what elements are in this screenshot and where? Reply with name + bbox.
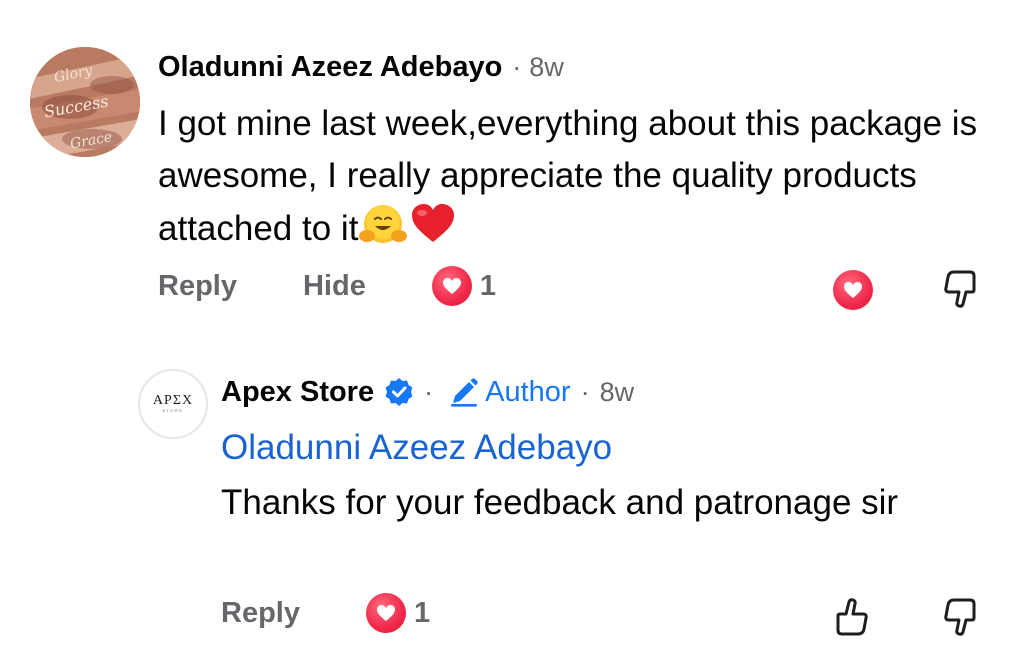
love-reaction-icon bbox=[431, 266, 472, 306]
comment-body: I got mine last week,everything about th… bbox=[158, 98, 978, 261]
hugging-face-emoji bbox=[358, 202, 408, 261]
comment-thread: Glory Success Grace Oladunni Azeez Adeba… bbox=[0, 0, 1024, 672]
avatar-logo-subtext: STORE bbox=[162, 408, 184, 413]
comment-actions: Reply 1 bbox=[221, 593, 430, 633]
avatar-image: Glory Success Grace bbox=[30, 47, 140, 157]
meta-separator: · bbox=[512, 52, 522, 82]
author-badge-label: Author bbox=[485, 375, 571, 408]
reaction-count: 1 bbox=[479, 269, 496, 302]
thumbs-down-icon[interactable] bbox=[940, 268, 980, 315]
avatar[interactable]: Glory Success Grace bbox=[30, 47, 140, 157]
thumbs-down-icon[interactable] bbox=[940, 596, 980, 643]
pencil-icon bbox=[451, 378, 478, 407]
love-reaction-icon[interactable] bbox=[833, 270, 873, 310]
comment-header: Oladunni Azeez Adebayo · 8w bbox=[158, 51, 564, 84]
author-badge: Author bbox=[447, 375, 571, 409]
love-reaction-icon bbox=[365, 593, 406, 633]
comment-header: Apex Store · Author · 8w bbox=[221, 375, 634, 409]
mention-link[interactable]: Oladunni Azeez Adebayo bbox=[221, 428, 612, 468]
comment-text: Thanks for your feedback and patronage s… bbox=[221, 483, 899, 522]
reaction-summary[interactable]: 1 bbox=[365, 593, 431, 633]
comment-timestamp[interactable]: 8w bbox=[529, 52, 564, 83]
comment-author-name[interactable]: Oladunni Azeez Adebayo bbox=[158, 51, 502, 84]
thumbs-up-icon[interactable] bbox=[832, 596, 872, 643]
comment-timestamp[interactable]: 8w bbox=[600, 377, 635, 408]
meta-separator: · bbox=[424, 376, 434, 407]
comment-actions: Reply Hide 1 bbox=[158, 266, 496, 306]
meta-separator: · bbox=[580, 376, 590, 407]
reply-button[interactable]: Reply bbox=[158, 270, 237, 303]
reply-button[interactable]: Reply bbox=[221, 597, 300, 630]
avatar-logo-text: APƩX bbox=[152, 393, 194, 408]
avatar[interactable]: APƩX STORE bbox=[138, 369, 208, 439]
red-heart-emoji bbox=[408, 202, 458, 261]
hide-button[interactable]: Hide bbox=[303, 270, 366, 303]
comment-author-name[interactable]: Apex Store bbox=[221, 376, 374, 409]
comment-text: I got mine last week,everything about th… bbox=[158, 104, 978, 248]
reaction-summary[interactable]: 1 bbox=[431, 266, 496, 306]
reaction-count: 1 bbox=[413, 596, 431, 629]
verified-badge-icon bbox=[385, 378, 413, 406]
